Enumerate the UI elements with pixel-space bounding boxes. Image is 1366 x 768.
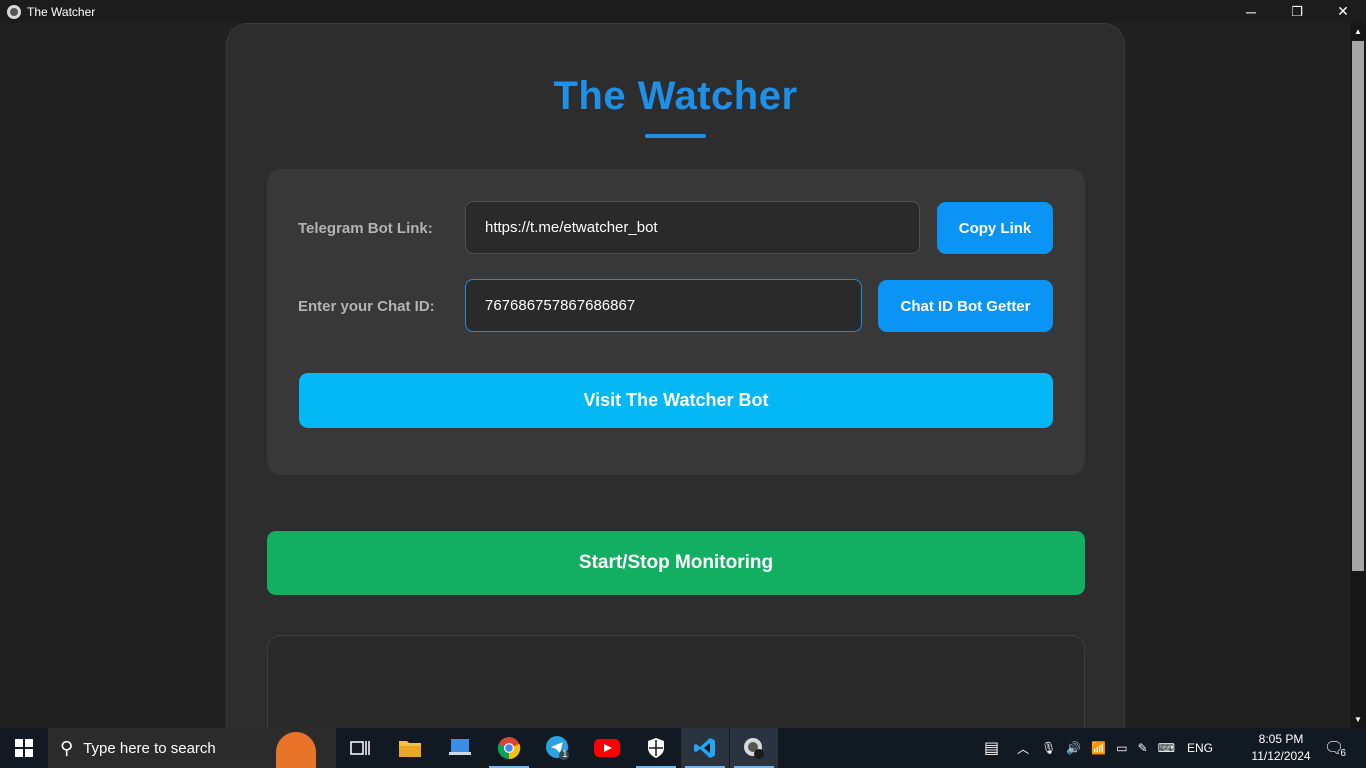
clock-date: 11/12/2024 (1251, 749, 1311, 763)
search-icon: ⚲ (60, 737, 74, 758)
battery-icon[interactable]: ▭ (1116, 741, 1127, 755)
vscode-icon[interactable] (681, 728, 729, 768)
news-widget-icon[interactable]: ▤ (984, 738, 999, 758)
microphone-icon[interactable]: 🎙 (1041, 741, 1056, 755)
pen-icon[interactable]: ✎ (1138, 741, 1148, 755)
task-view-icon[interactable] (336, 728, 384, 768)
keyboard-icon[interactable]: ⌨ (1158, 741, 1175, 755)
laptop-icon[interactable] (436, 728, 484, 768)
scroll-thumb[interactable] (1352, 41, 1364, 571)
copy-link-button[interactable]: Copy Link (937, 202, 1053, 254)
security-icon[interactable] (632, 728, 680, 768)
taskbar-search-box[interactable]: ⚲ Type here to search (48, 728, 336, 768)
close-button[interactable]: ✕ (1320, 0, 1366, 23)
app-globe-icon (7, 4, 21, 19)
start-button[interactable] (0, 728, 48, 768)
window-title: The Watcher (27, 4, 96, 19)
search-highlight-art (276, 732, 316, 768)
chat-id-label: Enter your Chat ID: (298, 298, 435, 315)
scroll-down-arrow-icon[interactable]: ▼ (1350, 711, 1366, 728)
heading-underline (645, 134, 706, 138)
windows-logo-icon (15, 739, 33, 757)
vertical-scrollbar[interactable]: ▲ ▼ (1350, 23, 1366, 728)
notification-center[interactable]: 🗨 6 (1324, 728, 1346, 768)
bot-link-label: Telegram Bot Link: (298, 220, 433, 237)
settings-card: Telegram Bot Link: https://t.me/etwatche… (267, 169, 1085, 475)
search-placeholder: Type here to search (83, 739, 216, 757)
bot-link-field[interactable]: https://t.me/etwatcher_bot (465, 201, 920, 254)
scroll-up-arrow-icon[interactable]: ▲ (1350, 23, 1366, 40)
file-explorer-icon[interactable] (386, 728, 434, 768)
app-content: The Watcher Telegram Bot Link: https://t… (0, 23, 1350, 728)
notification-count: 6 (1340, 747, 1346, 759)
chat-id-bot-getter-button[interactable]: Chat ID Bot Getter (878, 280, 1053, 332)
log-panel (267, 635, 1085, 728)
language-indicator[interactable]: ENG (1187, 741, 1213, 755)
minimize-button[interactable]: ─ (1228, 0, 1274, 23)
clock-time: 8:05 PM (1258, 732, 1304, 746)
chrome-icon[interactable] (485, 728, 533, 768)
clock[interactable]: 8:05 PM 11/12/2024 (1248, 731, 1314, 765)
start-stop-monitoring-button[interactable]: Start/Stop Monitoring (267, 531, 1085, 595)
telegram-icon[interactable]: 1 (534, 728, 582, 768)
volume-icon[interactable]: 🔊 (1066, 741, 1081, 755)
youtube-icon[interactable] (583, 728, 631, 768)
wifi-icon[interactable]: 📶 (1091, 741, 1106, 755)
watcher-app-icon[interactable] (730, 728, 778, 768)
taskbar: ⚲ Type here to search 1 ▤ ︿ 🎙 🔊 📶 ▭ ✎ ⌨ … (0, 728, 1366, 768)
title-bar: The Watcher ─ ❐ ✕ (0, 0, 1366, 23)
show-hidden-icons-icon[interactable]: ︿ (1017, 740, 1029, 757)
chat-id-input[interactable]: 767686757867686867 (465, 279, 862, 332)
system-tray: ▤ ︿ 🎙 🔊 📶 ▭ ✎ ⌨ ENG (984, 728, 1213, 768)
restore-button[interactable]: ❐ (1274, 0, 1320, 23)
visit-bot-button[interactable]: Visit The Watcher Bot (299, 373, 1053, 428)
main-container: The Watcher Telegram Bot Link: https://t… (226, 23, 1125, 728)
app-heading: The Watcher (553, 74, 798, 118)
telegram-badge: 1 (562, 749, 568, 760)
